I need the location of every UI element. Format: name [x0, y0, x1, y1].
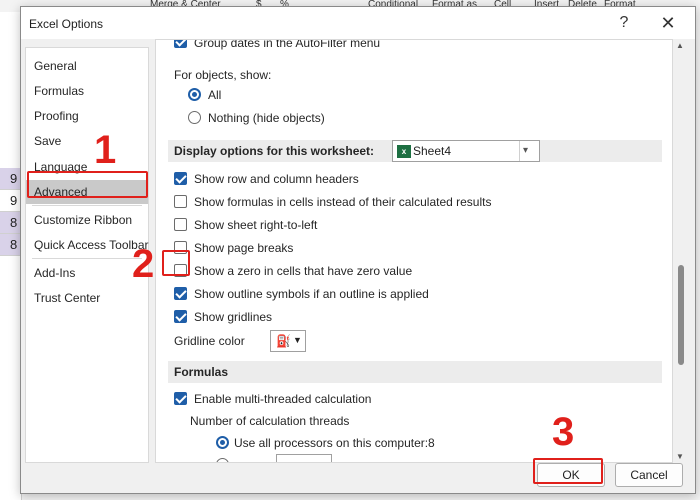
- nav-item-quick-access-toolbar[interactable]: Quick Access Toolbar: [26, 233, 149, 257]
- nav-item-add-ins[interactable]: Add-Ins: [26, 261, 148, 285]
- nav-item-customize-ribbon[interactable]: Customize Ribbon: [26, 208, 148, 232]
- right-to-left-option[interactable]: Show sheet right-to-left: [174, 214, 654, 236]
- nav-divider: [32, 205, 142, 206]
- show-headers-label: Show row and column headers: [194, 172, 359, 186]
- multithread-label: Enable multi-threaded calculation: [194, 392, 372, 406]
- worksheet-select-value: Sheet4: [413, 144, 452, 158]
- scroll-up-icon[interactable]: ▲: [676, 41, 684, 50]
- multithread-checkbox[interactable]: [174, 392, 187, 405]
- show-headers-option[interactable]: Show row and column headers: [174, 168, 654, 190]
- threads-label: Number of calculation threads: [190, 414, 350, 428]
- close-button[interactable]: ✕: [653, 11, 683, 35]
- help-button[interactable]: ?: [609, 11, 639, 35]
- cell[interactable]: 9: [0, 168, 22, 190]
- worksheet-select[interactable]: x Sheet4 ▾: [392, 140, 540, 162]
- chevron-down-icon: ▾: [523, 145, 529, 156]
- objects-all-radio[interactable]: [188, 88, 201, 101]
- gridlines-option[interactable]: Show gridlines: [174, 306, 654, 328]
- outline-symbols-label: Show outline symbols if an outline is ap…: [194, 287, 429, 301]
- objects-all-label: All: [208, 88, 222, 102]
- cancel-button[interactable]: Cancel: [615, 463, 683, 487]
- outline-symbols-checkbox[interactable]: [174, 287, 187, 300]
- nav-item-save[interactable]: Save: [26, 129, 148, 153]
- right-to-left-checkbox[interactable]: [174, 218, 187, 231]
- chevron-down-icon: ▼: [293, 335, 302, 345]
- use-all-processors-label: Use all processors on this computer:: [234, 436, 429, 450]
- group-dates-label: Group dates in the AutoFilter menu: [194, 39, 381, 50]
- objects-nothing-label: Nothing (hide objects): [208, 111, 325, 125]
- manual-threads-radio[interactable]: [216, 458, 229, 462]
- show-formulas-checkbox[interactable]: [174, 195, 187, 208]
- step-2-label: 2: [132, 242, 155, 286]
- show-zero-highlight: [162, 250, 190, 276]
- excel-sheet-icon: x: [397, 145, 411, 158]
- objects-label: For objects, show:: [174, 68, 272, 82]
- gridlines-checkbox[interactable]: [174, 310, 187, 323]
- category-nav: General Formulas Proofing Save Language …: [25, 47, 149, 463]
- group-dates-checkbox[interactable]: [174, 40, 187, 48]
- cell[interactable]: 8: [0, 234, 22, 256]
- objects-nothing-option[interactable]: Nothing (hide objects): [188, 107, 438, 129]
- nav-divider: [32, 258, 142, 259]
- nav-item-proofing[interactable]: Proofing: [26, 104, 148, 128]
- title-bar: Excel Options ? ✕: [21, 7, 695, 39]
- page-breaks-label: Show page breaks: [194, 241, 294, 255]
- excel-options-dialog: Excel Options ? ✕ General Formulas Proof…: [20, 6, 696, 494]
- advanced-highlight: [27, 171, 148, 198]
- dialog-title: Excel Options: [29, 17, 104, 31]
- nav-item-trust-center[interactable]: Trust Center: [26, 286, 148, 310]
- use-all-processors-radio[interactable]: [216, 436, 229, 449]
- scroll-down-icon[interactable]: ▼: [676, 452, 684, 461]
- cell[interactable]: 9: [0, 190, 22, 212]
- formulas-section: Formulas: [168, 361, 662, 383]
- objects-nothing-radio[interactable]: [188, 111, 201, 124]
- advanced-options-panel: Group dates in the AutoFilter menu For o…: [155, 39, 673, 463]
- scrollbar-thumb[interactable]: [678, 265, 684, 365]
- show-zero-option[interactable]: Show a zero in cells that have zero valu…: [174, 260, 654, 282]
- multithread-option[interactable]: Enable multi-threaded calculation: [174, 388, 654, 410]
- show-formulas-label: Show formulas in cells instead of their …: [194, 195, 492, 209]
- gridline-color-picker[interactable]: ⛽ ▼: [270, 330, 306, 352]
- paint-bucket-icon: ⛽: [276, 334, 291, 348]
- show-formulas-option[interactable]: Show formulas in cells instead of their …: [174, 191, 654, 213]
- nav-item-formulas[interactable]: Formulas: [26, 79, 148, 103]
- thread-count-spinner[interactable]: [276, 454, 332, 462]
- combo-divider: [519, 141, 520, 161]
- nav-item-general[interactable]: General: [26, 54, 148, 78]
- outline-symbols-option[interactable]: Show outline symbols if an outline is ap…: [174, 283, 654, 305]
- step-1-label: 1: [94, 128, 117, 172]
- gridline-color-label: Gridline color: [174, 334, 245, 348]
- gridlines-label: Show gridlines: [194, 310, 273, 324]
- show-headers-checkbox[interactable]: [174, 172, 187, 185]
- objects-all-option[interactable]: All: [188, 84, 388, 106]
- cell-column: 9 9 8 8: [0, 12, 22, 500]
- right-to-left-label: Show sheet right-to-left: [194, 218, 318, 232]
- options-scrollbar[interactable]: ▲ ▼: [673, 39, 689, 463]
- ok-highlight: [533, 458, 603, 484]
- step-3-label: 3: [552, 410, 575, 454]
- show-zero-label: Show a zero in cells that have zero valu…: [194, 264, 413, 278]
- page-breaks-option[interactable]: Show page breaks: [174, 237, 654, 259]
- cell[interactable]: 8: [0, 212, 22, 234]
- processor-count: 8: [428, 436, 435, 450]
